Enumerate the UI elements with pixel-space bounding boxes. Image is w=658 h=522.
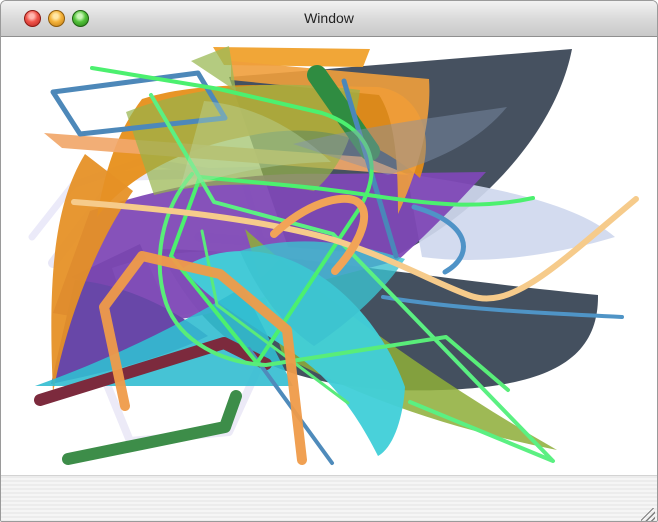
- drawing-canvas: [1, 37, 657, 475]
- green-stroke: [62, 390, 242, 465]
- resize-grip-icon[interactable]: [641, 508, 655, 521]
- status-bar: [1, 475, 657, 521]
- title-bar[interactable]: Window: [1, 1, 657, 37]
- abstract-artwork: [28, 46, 639, 465]
- app-window: Window: [0, 0, 658, 522]
- window-title: Window: [304, 10, 354, 26]
